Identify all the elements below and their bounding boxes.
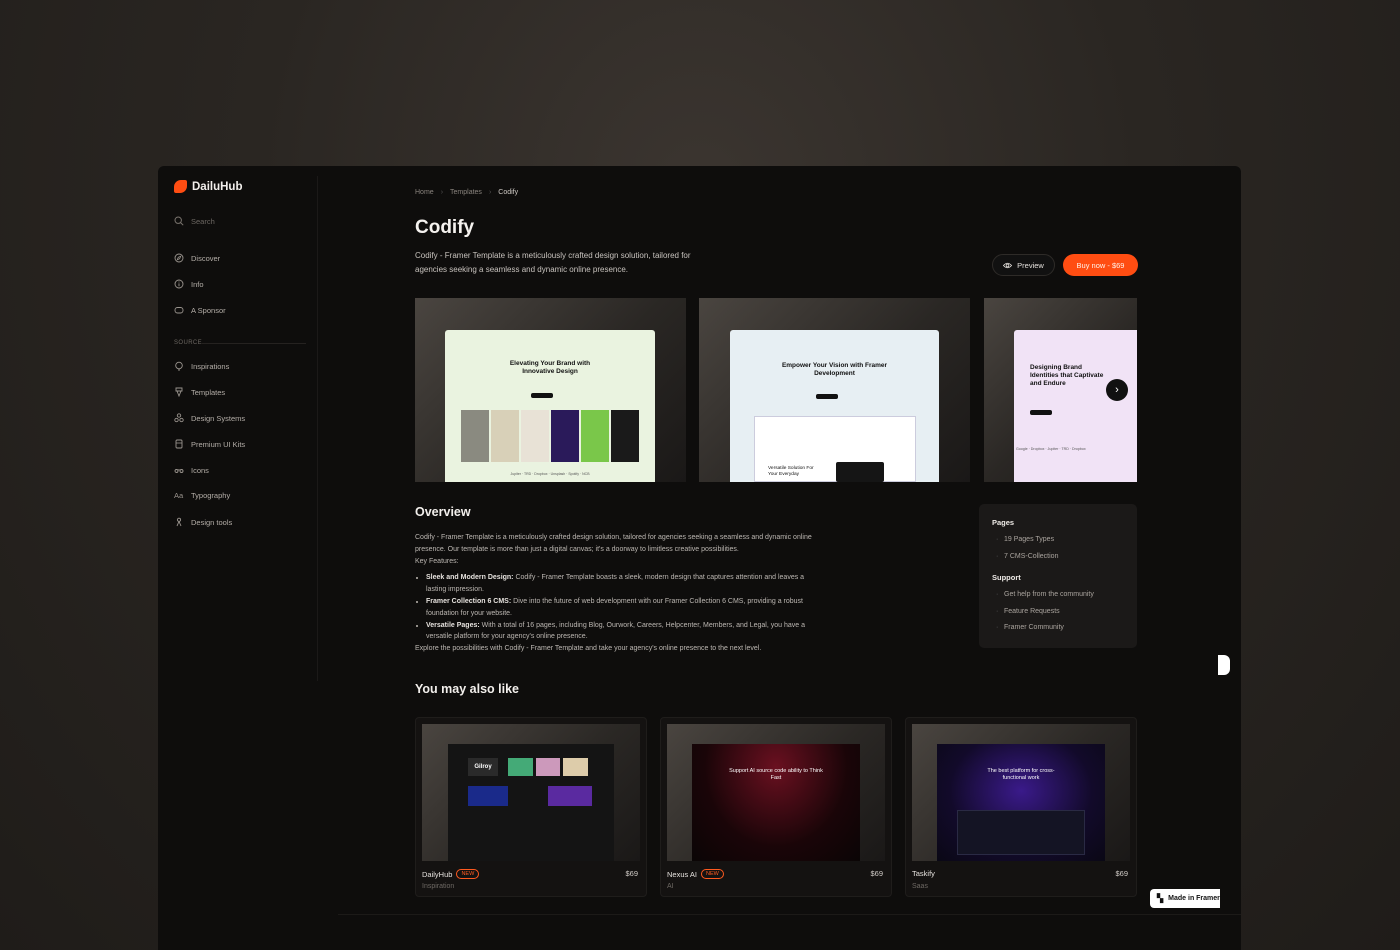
gallery-3-logos: Google · Dropbox · Jupiter · TRD · Dropb… xyxy=(1016,447,1086,451)
card-thumbnail: The best platform for cross-functional w… xyxy=(912,724,1130,861)
overview-outro: Explore the possibilities with Codify - … xyxy=(415,645,762,653)
gallery-3-heading: Designing Brand Identities that Captivat… xyxy=(1030,364,1104,387)
pages-item: 7 CMS-Collection xyxy=(992,549,1124,566)
support-link[interactable]: Feature Requests xyxy=(992,604,1124,621)
new-badge: NEW xyxy=(701,869,724,879)
brand-logo[interactable]: DailuHub xyxy=(174,180,242,193)
list-item: Framer Collection 6 CMS: Dive into the f… xyxy=(426,596,825,620)
sidebar-item-inspirations[interactable]: Inspirations xyxy=(174,361,229,371)
support-label: Support xyxy=(992,573,1021,582)
feedback-tab[interactable] xyxy=(1218,655,1230,675)
breadcrumb: Home › Templates › Codify xyxy=(415,189,518,196)
related-heading: You may also like xyxy=(415,682,519,696)
icons-icon xyxy=(174,469,184,473)
chevron-right-icon: › xyxy=(1115,384,1119,396)
breadcrumb-current: Codify xyxy=(498,189,519,196)
overview-intro: Codify - Framer Template is a meticulous… xyxy=(415,534,812,553)
sidebar-divider xyxy=(317,176,318,681)
overview-heading: Overview xyxy=(415,505,471,519)
info-panel: Pages 19 Pages Types 7 CMS-Collection Su… xyxy=(979,504,1137,648)
divider xyxy=(338,914,1241,915)
list-item: Sleek and Modern Design: Codify - Framer… xyxy=(426,572,825,596)
card-price: $69 xyxy=(870,869,883,878)
search-input[interactable]: Search xyxy=(174,216,215,226)
info-icon xyxy=(174,279,184,289)
breadcrumb-home[interactable]: Home xyxy=(415,189,434,196)
card-thumb-text: Support AI source code ability to Think … xyxy=(729,768,823,781)
brand-mark-icon xyxy=(174,180,187,193)
breadcrumb-templates[interactable]: Templates xyxy=(450,189,482,196)
kit-icon xyxy=(175,439,183,449)
card-thumb-text: Gilroy xyxy=(468,758,498,776)
chevron-right-icon: › xyxy=(488,189,492,196)
sidebar-item-design-tools[interactable]: Design tools xyxy=(174,517,232,527)
sidebar-item-discover[interactable]: Discover xyxy=(174,253,220,263)
features-list: Sleek and Modern Design: Codify - Framer… xyxy=(426,572,825,643)
preview-button[interactable]: Preview xyxy=(992,254,1055,276)
card-category: AI xyxy=(667,883,674,890)
pages-item: 19 Pages Types xyxy=(992,532,1124,549)
chevron-right-icon: › xyxy=(440,189,444,196)
template-icon xyxy=(175,387,183,397)
card-title: DailyHub xyxy=(422,869,453,879)
list-item: Versatile Pages: With a total of 16 page… xyxy=(426,620,825,644)
support-link[interactable]: Framer Community xyxy=(992,620,1124,637)
gallery-2-sub: Versatile Solution For Your Everyday xyxy=(768,466,814,477)
framer-icon: ▚ xyxy=(1157,894,1164,903)
overview-features-label: Key Features: xyxy=(415,557,459,565)
gallery-image-1[interactable]: Elevating Your Brand with Innovative Des… xyxy=(415,298,686,482)
sidebar-item-premium-ui-kits[interactable]: Premium UI Kits xyxy=(174,439,245,449)
card-thumbnail: Gilroy xyxy=(422,724,640,861)
card-category: Saas xyxy=(912,883,928,890)
card-price: $69 xyxy=(1115,869,1128,878)
sidebar-item-typography[interactable]: Aa Typography xyxy=(174,491,230,500)
sidebar-item-icons[interactable]: Icons xyxy=(174,465,209,475)
card-category: Inspiration xyxy=(422,883,455,890)
source-section-label: SOURCE xyxy=(174,340,203,346)
support-link[interactable]: Get help from the community xyxy=(992,587,1124,604)
card-thumb-text: The best platform for cross-functional w… xyxy=(987,768,1055,781)
gallery-1-heading: Elevating Your Brand with Innovative Des… xyxy=(509,360,591,375)
card-title: Nexus AI xyxy=(667,869,698,879)
pages-label: Pages xyxy=(992,518,1015,527)
gallery-next-button[interactable]: › xyxy=(1106,379,1128,401)
card-price: $69 xyxy=(625,869,638,878)
type-icon: Aa xyxy=(174,491,184,500)
sidebar-item-templates[interactable]: Templates xyxy=(174,387,225,397)
divider xyxy=(202,343,306,344)
page-title: Codify xyxy=(415,217,475,238)
sidebar-item-info[interactable]: Info xyxy=(174,279,204,289)
sponsor-icon xyxy=(174,307,184,314)
brand-name: DailuHub xyxy=(192,180,243,193)
related-card-taskify[interactable]: The best platform for cross-functional w… xyxy=(905,717,1137,897)
overview-body: Codify - Framer Template is a meticulous… xyxy=(415,532,825,655)
compass-icon xyxy=(174,253,184,263)
card-title: Taskify xyxy=(912,869,935,878)
gallery-image-2[interactable]: Empower Your Vision with Framer Developm… xyxy=(699,298,970,482)
sidebar-item-sponsor[interactable]: A Sponsor xyxy=(174,305,226,315)
tools-icon xyxy=(176,517,182,527)
buy-button[interactable]: Buy now - $69 xyxy=(1063,254,1138,276)
page-subtitle: Codify - Framer Template is a meticulous… xyxy=(415,251,691,274)
related-card-dailyhub[interactable]: Gilroy DailyHub NEW Inspiration $69 xyxy=(415,717,647,897)
app-window: DailuHub Search Discover Info A Sponsor … xyxy=(158,166,1241,950)
gallery-2-heading: Empower Your Vision with Framer Developm… xyxy=(781,362,888,377)
sidebar: DailuHub Search Discover Info A Sponsor … xyxy=(158,166,318,686)
card-thumbnail: Support AI source code ability to Think … xyxy=(667,724,885,861)
sidebar-item-design-systems[interactable]: Design Systems xyxy=(174,413,245,423)
made-in-framer-badge[interactable]: ▚ Made in Framer xyxy=(1150,889,1220,908)
bulb-icon xyxy=(175,361,183,371)
new-badge: NEW xyxy=(456,869,480,879)
shapes-icon xyxy=(174,413,184,423)
related-card-nexus-ai[interactable]: Support AI source code ability to Think … xyxy=(660,717,892,897)
eye-icon xyxy=(1003,262,1013,268)
search-icon xyxy=(174,216,184,226)
gallery-1-logos: Jupiter · TRD · Dropbox · Unsplash · Spo… xyxy=(510,472,590,476)
